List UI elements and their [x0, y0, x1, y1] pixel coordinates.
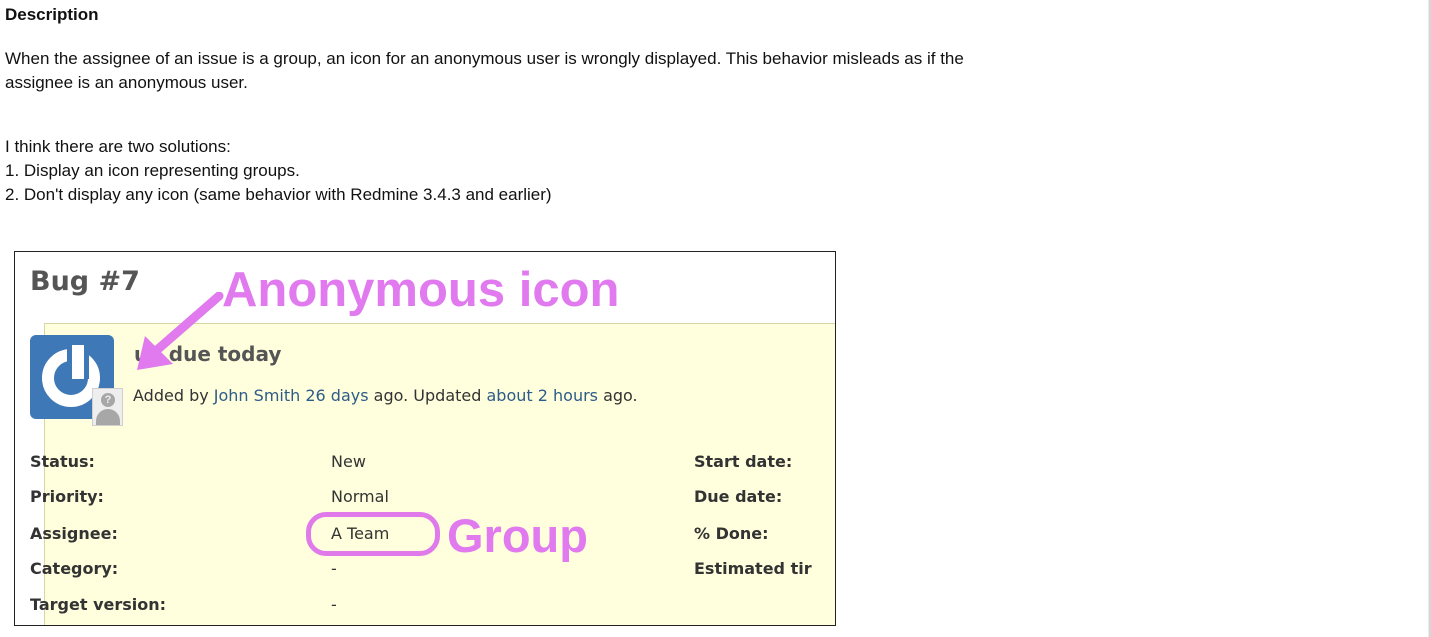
paragraph-1-line-1: When the assignee of an issue is a group… [5, 49, 964, 68]
annotation-anonymous-icon: Anonymous icon [222, 263, 620, 317]
anonymous-user-icon: ? [92, 388, 123, 426]
avatar-bar [67, 345, 89, 379]
description-paragraph-2: I think there are two solutions: 1. Disp… [5, 135, 1405, 207]
author-link[interactable]: John Smith [214, 386, 300, 405]
right-attribute-label: Estimated tir [694, 559, 812, 578]
attribute-label: Category: [30, 559, 119, 578]
paragraph-2-line-2: 1. Display an icon representing groups. [5, 161, 300, 180]
updated-suffix: ago. [598, 386, 638, 405]
updated-text: ago. Updated [368, 386, 487, 405]
attribute-value: Normal [331, 487, 389, 506]
attribute-label: Priority: [30, 487, 104, 506]
anonymous-user-body [96, 409, 120, 425]
attribute-value: - [331, 559, 337, 578]
attribute-label: Status: [30, 452, 95, 471]
right-attribute-label: % Done: [694, 524, 769, 543]
attribute-label: Target version: [30, 595, 167, 614]
added-ago-link[interactable]: 26 days [305, 386, 368, 405]
attribute-value: New [331, 452, 366, 471]
arrow-icon [137, 292, 224, 370]
paragraph-1-line-2: assignee is an anonymous user. [5, 73, 248, 92]
right-attribute-label: Start date: [694, 452, 793, 471]
attribute-label: Assignee: [30, 524, 118, 543]
group-highlight-oval [306, 512, 440, 556]
right-attribute-label: Due date: [694, 487, 783, 506]
anonymous-user-head: ? [101, 393, 115, 407]
description-heading: Description [5, 5, 99, 24]
attribute-value: - [331, 595, 337, 614]
paragraph-2-line-1: I think there are two solutions: [5, 137, 231, 156]
updated-ago-link[interactable]: about 2 hours [487, 386, 599, 405]
description-paragraph-1: When the assignee of an issue is a group… [5, 47, 1405, 95]
paragraph-2-line-3: 2. Don't display any icon (same behavior… [5, 185, 552, 204]
annotation-group: Group [447, 509, 588, 562]
issue-screenshot: Bug #7 ? ue due today Added by John Smit… [14, 251, 836, 626]
